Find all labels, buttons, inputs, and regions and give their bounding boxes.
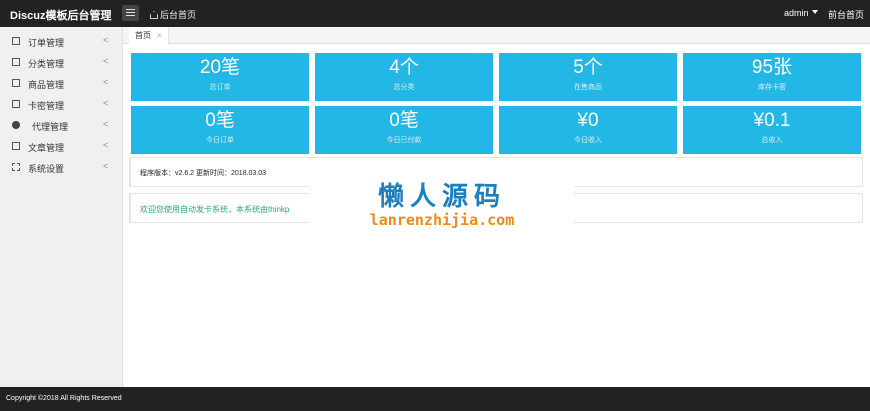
backend-home-label: 后台首页	[160, 10, 197, 20]
watermark-title: 懒人源码	[377, 182, 506, 212]
sidebar-item-articles[interactable]: 文章管理 <	[0, 136, 123, 157]
close-icon[interactable]: ×	[157, 31, 162, 40]
sidebar-item-label: 代理管理	[32, 122, 69, 132]
user-name: admin	[784, 8, 809, 18]
frontend-home-link[interactable]: 前台首页	[828, 8, 864, 21]
caret-down-icon	[811, 10, 818, 14]
stat-card-products-on-sale: 5个 在售商品	[499, 53, 677, 101]
sidebar-item-label: 订单管理	[28, 38, 65, 48]
stat-value: 95张	[751, 57, 793, 78]
version-info: 程序版本：v2.6.2 更新时间：2018.03.03	[140, 170, 267, 177]
tab-home[interactable]: 首页 ×	[129, 27, 169, 44]
sidebar-item-products[interactable]: 商品管理 <	[0, 73, 123, 94]
welcome-message: 欢迎您使用自动发卡系统，本系统由thinkp	[140, 205, 290, 214]
menu-toggle-button[interactable]	[122, 5, 139, 21]
stat-label: 今日订单	[206, 137, 234, 144]
chevron-left-icon: <	[103, 119, 109, 129]
stat-card-today-orders: 0笔 今日订单	[131, 106, 309, 154]
sidebar-item-orders[interactable]: 订单管理 <	[0, 31, 123, 52]
sidebar-item-cards[interactable]: 卡密管理 <	[0, 94, 123, 115]
backend-home-link[interactable]: 后台首页	[150, 8, 196, 21]
stat-card-total-income: ¥0.1 总收入	[683, 106, 861, 154]
tools-icon	[12, 163, 20, 171]
stat-card-total-categories: 4个 总分类	[315, 53, 493, 101]
sidebar-item-categories[interactable]: 分类管理 <	[0, 52, 123, 73]
sidebar-item-agents[interactable]: 代理管理 <	[0, 115, 123, 136]
footer: Copyright ©2018 All Rights Reserved	[0, 387, 870, 411]
copyright-text: Copyright ©2018 All Rights Reserved	[6, 395, 122, 402]
watermark-subtitle: lanrenzhijia.com	[369, 211, 515, 229]
stat-label: 总收入	[761, 137, 783, 144]
home-icon	[150, 11, 158, 19]
stat-card-today-income: ¥0 今日收入	[499, 106, 677, 154]
stat-value: 4个	[389, 57, 419, 78]
users-icon	[12, 121, 20, 129]
sidebar-item-label: 文章管理	[28, 143, 65, 153]
stat-value: 0笔	[205, 110, 235, 131]
stat-value: 5个	[573, 57, 603, 78]
chevron-left-icon: <	[103, 98, 109, 108]
archive-icon	[12, 37, 20, 45]
sidebar-item-label: 卡密管理	[28, 101, 65, 111]
list-icon	[12, 58, 20, 66]
stat-label: 库存卡密	[758, 84, 786, 91]
stat-label: 总订单	[209, 84, 231, 91]
app-title[interactable]: Discuz模板后台管理	[10, 7, 111, 23]
stat-value: 20笔	[199, 57, 241, 78]
chevron-left-icon: <	[103, 140, 109, 150]
stat-label: 总分类	[393, 84, 415, 91]
cube-icon	[12, 79, 20, 87]
stat-card-today-paid: 0笔 今日已付款	[315, 106, 493, 154]
stat-value: 0笔	[389, 110, 419, 131]
stat-label: 今日收入	[574, 137, 602, 144]
file-icon	[12, 142, 20, 150]
chevron-left-icon: <	[103, 35, 109, 45]
user-menu[interactable]: admin	[784, 8, 818, 18]
tab-bar: 首页 ×	[123, 27, 870, 44]
stat-value: ¥0.1	[753, 110, 791, 131]
sidebar-item-label: 分类管理	[28, 59, 65, 69]
chevron-left-icon: <	[103, 77, 109, 87]
sidebar-item-label: 系统设置	[28, 164, 65, 174]
watermark: 懒人源码 lanrenzhijia.com	[310, 172, 574, 234]
stat-card-card-stock: 95张 库存卡密	[683, 53, 861, 101]
stat-card-total-orders: 20笔 总订单	[131, 53, 309, 101]
top-navbar: Discuz模板后台管理 后台首页 admin 前台首页	[0, 0, 870, 27]
stat-label: 今日已付款	[386, 137, 422, 144]
chevron-left-icon: <	[103, 161, 109, 171]
tab-label: 首页	[135, 31, 151, 40]
sidebar-item-settings[interactable]: 系统设置 <	[0, 157, 123, 178]
sidebar: 订单管理 < 分类管理 < 商品管理 < 卡密管理 < 代理管理 < 文章管理 …	[0, 27, 123, 387]
card-icon	[12, 100, 20, 108]
sidebar-item-label: 商品管理	[28, 80, 65, 90]
stat-value: ¥0	[577, 110, 599, 131]
chevron-left-icon: <	[103, 56, 109, 66]
stat-label: 在售商品	[574, 84, 602, 91]
